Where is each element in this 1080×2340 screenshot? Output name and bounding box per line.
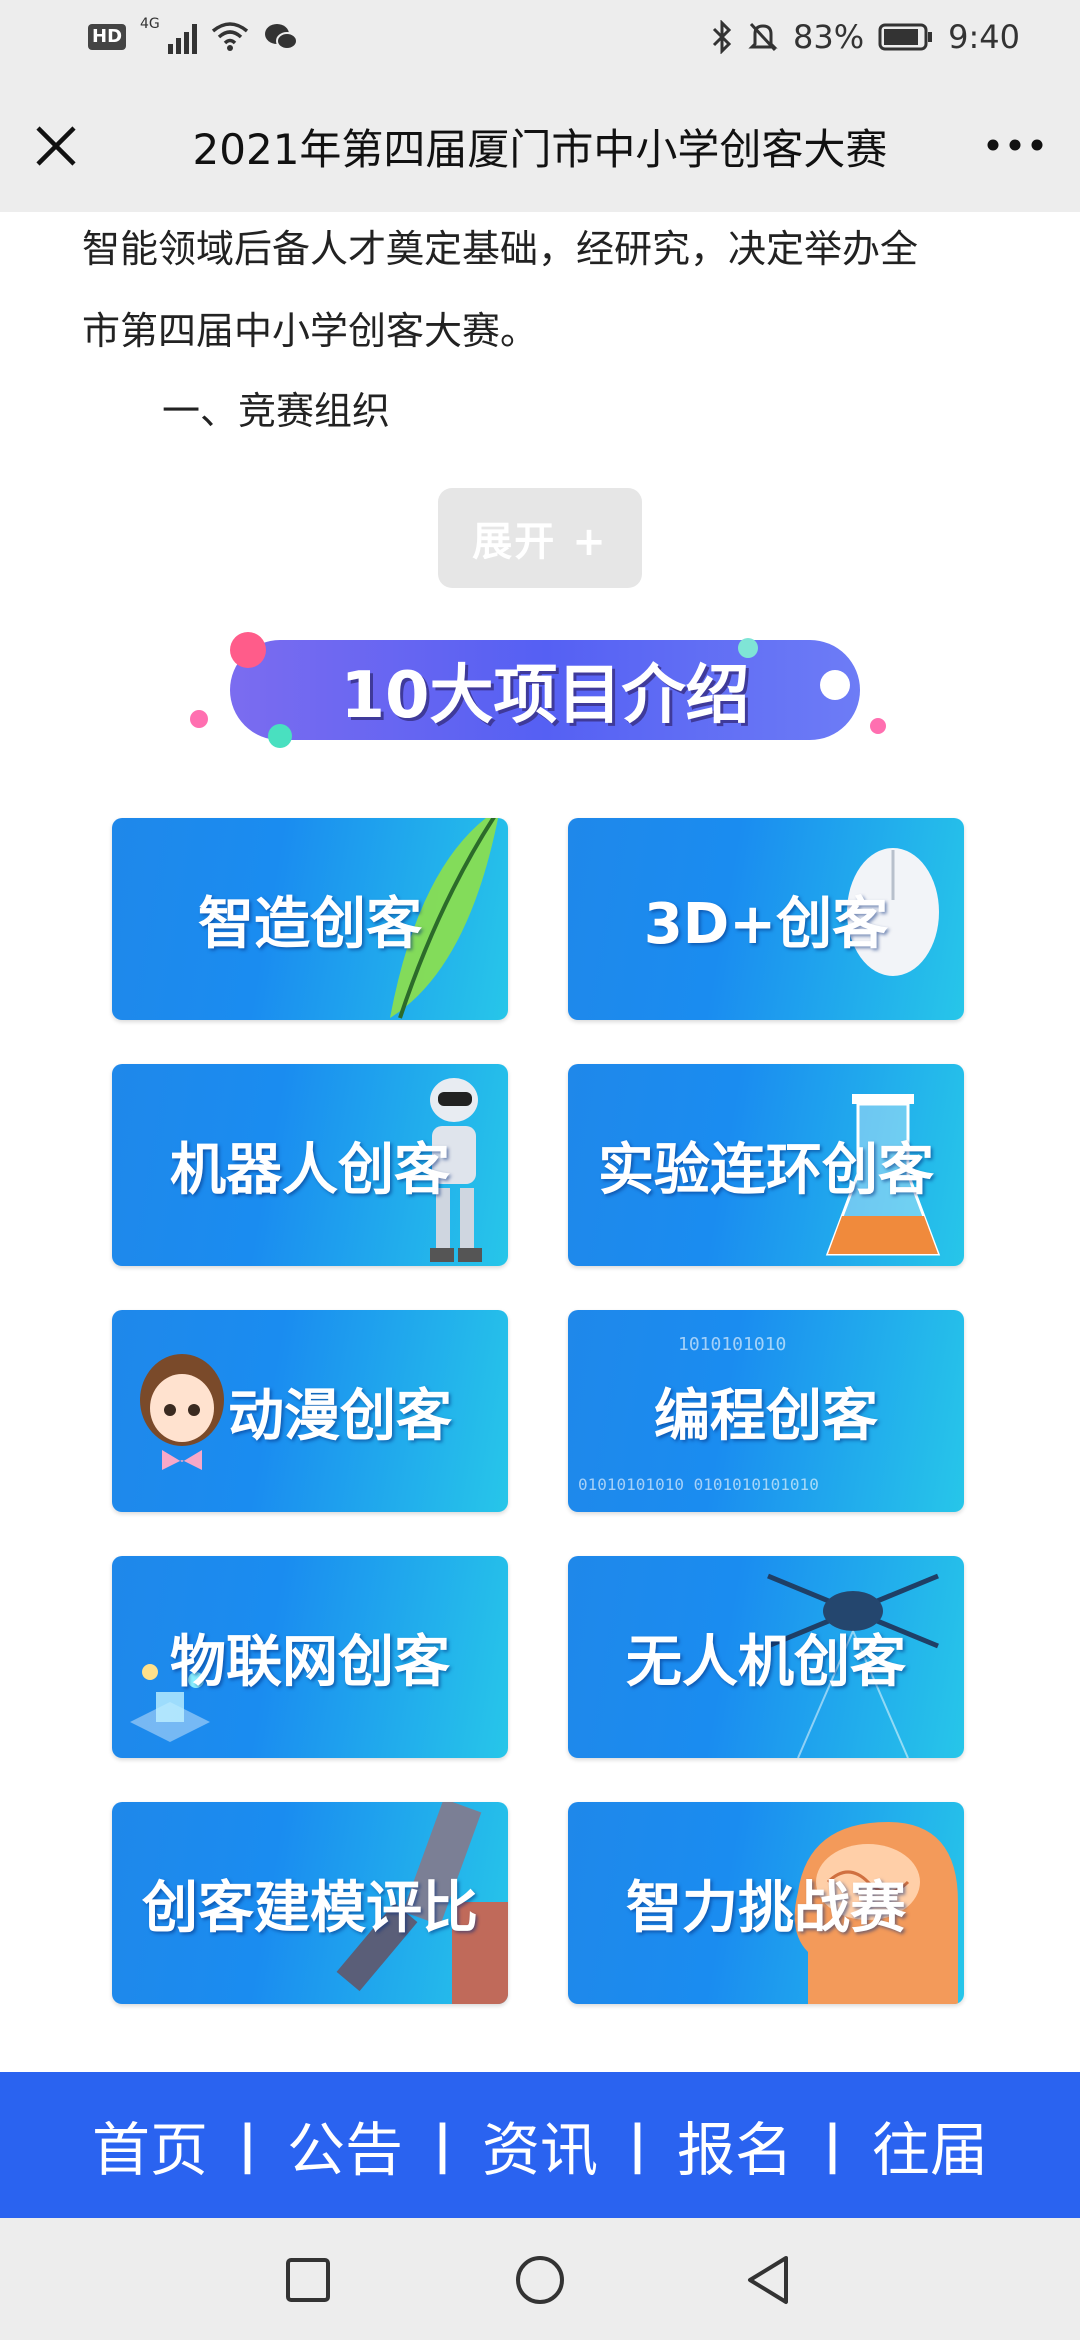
project-label: 3D+创客 bbox=[643, 891, 889, 957]
expand-button[interactable]: 展开 + bbox=[438, 488, 642, 588]
nav-item-announcements[interactable]: 公告 bbox=[257, 2103, 433, 2187]
project-tile-intelligence[interactable]: 智力挑战赛 bbox=[568, 1802, 964, 2004]
project-label: 编程创客 bbox=[654, 1383, 878, 1449]
article-line: 市第四届中小学创客大赛。 bbox=[82, 309, 539, 353]
project-tile-3d[interactable]: 3D+创客 bbox=[568, 818, 964, 1020]
wechat-icon bbox=[265, 24, 299, 50]
banner-title: 10大项目介绍 bbox=[340, 659, 750, 733]
decor-dot bbox=[190, 710, 208, 728]
project-tile-robot[interactable]: 机器人创客 bbox=[112, 1064, 508, 1266]
signal-icon: 4G bbox=[140, 16, 198, 54]
title-bar: 2021年第四届厦门市中小学创客大赛 bbox=[0, 80, 1080, 212]
nav-item-past-events[interactable]: 往届 bbox=[842, 2103, 1018, 2187]
section-heading: 一、竞赛组织 bbox=[162, 389, 391, 433]
nav-separator: | bbox=[237, 2115, 257, 2175]
bluetooth-icon bbox=[712, 20, 732, 54]
project-label: 智力挑战赛 bbox=[626, 1875, 906, 1941]
project-label: 动漫创客 bbox=[228, 1383, 452, 1449]
project-label: 创客建模评比 bbox=[142, 1875, 478, 1941]
page-title: 2021年第四届厦门市中小学创客大赛 bbox=[192, 125, 888, 174]
project-label: 机器人创客 bbox=[170, 1137, 450, 1203]
wifi-icon bbox=[211, 22, 249, 51]
nav-item-news[interactable]: 资讯 bbox=[452, 2103, 628, 2187]
project-label: 智造创客 bbox=[198, 891, 422, 957]
nav-separator: | bbox=[628, 2115, 647, 2175]
project-label: 实验连环创客 bbox=[598, 1137, 934, 1203]
project-tile-zhizao[interactable]: 智造创客 bbox=[112, 818, 508, 1020]
clock: 9:40 bbox=[948, 18, 1020, 56]
system-nav-bar bbox=[0, 2218, 1080, 2340]
nav-separator: | bbox=[432, 2115, 452, 2175]
decor-dot bbox=[870, 718, 886, 734]
project-tile-modeling[interactable]: 创客建模评比 bbox=[112, 1802, 508, 2004]
status-left: HD 4G bbox=[88, 16, 299, 54]
article-content: 智能领域后备人才奠定基础，经研究，决定举办全 市第四届中小学创客大赛。 一、竞赛… bbox=[0, 212, 1080, 2072]
project-label: 物联网创客 bbox=[170, 1629, 450, 1695]
project-tile-drone[interactable]: 无人机创客 bbox=[568, 1556, 964, 1758]
battery-icon bbox=[878, 23, 933, 51]
nav-separator: | bbox=[823, 2115, 843, 2175]
hd-badge: HD bbox=[88, 24, 127, 50]
project-tile-anime[interactable]: 动漫创客 bbox=[112, 1310, 508, 1512]
article-line: 智能领域后备人才奠定基础，经研究，决定举办全 bbox=[82, 227, 919, 271]
project-tile-programming[interactable]: 1010101010 01010101010 0101010101010 编程创… bbox=[568, 1310, 964, 1512]
nav-item-register[interactable]: 报名 bbox=[647, 2103, 823, 2187]
more-options-icon[interactable] bbox=[980, 120, 1050, 170]
battery-percent: 83% bbox=[793, 18, 865, 56]
bottom-nav: 首页 | 公告 | 资讯 | 报名 | 往届 bbox=[0, 2072, 1080, 2218]
projects-banner: 10大项目介绍 bbox=[190, 632, 890, 752]
nav-item-home[interactable]: 首页 bbox=[62, 2103, 238, 2187]
back-icon[interactable] bbox=[744, 2254, 792, 2306]
close-icon[interactable] bbox=[28, 118, 84, 174]
status-bar: HD 4G 83% 9:40 bbox=[0, 0, 1080, 80]
network-label: 4G bbox=[140, 16, 160, 32]
recents-icon[interactable] bbox=[284, 2256, 332, 2304]
project-tile-iot[interactable]: 物联网创客 bbox=[112, 1556, 508, 1758]
project-tile-experiment[interactable]: 实验连环创客 bbox=[568, 1064, 964, 1266]
status-right: 83% 9:40 bbox=[711, 18, 1020, 56]
mute-bell-icon bbox=[748, 22, 778, 52]
home-icon[interactable] bbox=[514, 2254, 566, 2306]
project-label: 无人机创客 bbox=[626, 1629, 906, 1695]
